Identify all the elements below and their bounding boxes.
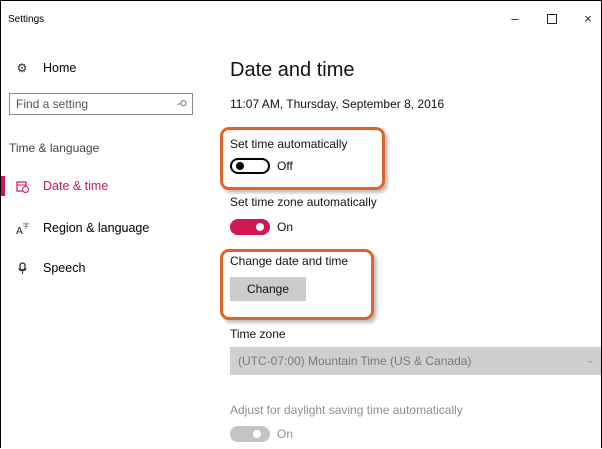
maximize-icon: [547, 14, 557, 24]
sidebar-item-home[interactable]: ⚙ Home: [15, 61, 77, 75]
time-zone-label: Time zone: [230, 327, 286, 341]
set-timezone-auto-state: On: [277, 220, 294, 234]
close-button[interactable]: ×: [577, 9, 599, 29]
svg-text:字: 字: [23, 222, 29, 230]
sidebar-item-speech[interactable]: Speech: [15, 261, 85, 275]
calendar-clock-icon: [15, 179, 29, 193]
chevron-down-icon: ⌄: [585, 354, 595, 366]
gear-icon: ⚙: [16, 61, 28, 75]
time-zone-dropdown[interactable]: (UTC-07:00) Mountain Time (US & Canada) …: [230, 347, 601, 375]
sidebar-item-label: Home: [43, 61, 77, 75]
title-bar: Settings – ×: [1, 1, 601, 37]
region-language-icon: A字: [15, 221, 29, 235]
search-box[interactable]: ⚲: [9, 93, 193, 115]
svg-text:A: A: [16, 226, 23, 235]
daylight-saving-toggle[interactable]: [230, 426, 270, 442]
sidebar-item-date-time[interactable]: Date & time: [15, 179, 108, 193]
sidebar-item-label: Speech: [43, 261, 86, 275]
maximize-button[interactable]: [541, 9, 563, 29]
set-timezone-auto-toggle[interactable]: [230, 219, 270, 235]
minimize-button[interactable]: –: [504, 9, 526, 29]
sidebar-item-label: Date & time: [43, 179, 109, 193]
current-time: 11:07 AM, Thursday, September 8, 2016: [230, 97, 445, 111]
toggle-knob: [253, 430, 261, 438]
microphone-icon: [15, 261, 29, 275]
page-title: Date and time: [230, 59, 355, 81]
daylight-saving-label: Adjust for daylight saving time automati…: [230, 403, 463, 417]
highlight-change-date-time: [220, 249, 374, 320]
daylight-saving-state: On: [277, 427, 294, 441]
sidebar-item-label: Region & language: [43, 221, 150, 235]
time-zone-value: (UTC-07:00) Mountain Time (US & Canada): [238, 354, 472, 368]
highlight-set-time-automatically: [220, 127, 385, 190]
search-input[interactable]: [16, 96, 166, 112]
set-timezone-auto-label: Set time zone automatically: [230, 195, 377, 209]
sidebar-section-label: Time & language: [9, 141, 100, 155]
active-indicator: [1, 176, 5, 196]
toggle-knob: [256, 223, 264, 231]
sidebar-item-region-language[interactable]: A字 Region & language: [15, 221, 150, 235]
search-icon[interactable]: ⚲: [175, 98, 189, 109]
settings-window: Settings – × ⚙ Home ⚲ Time & language Da…: [0, 0, 602, 448]
window-title: Settings: [8, 14, 45, 25]
